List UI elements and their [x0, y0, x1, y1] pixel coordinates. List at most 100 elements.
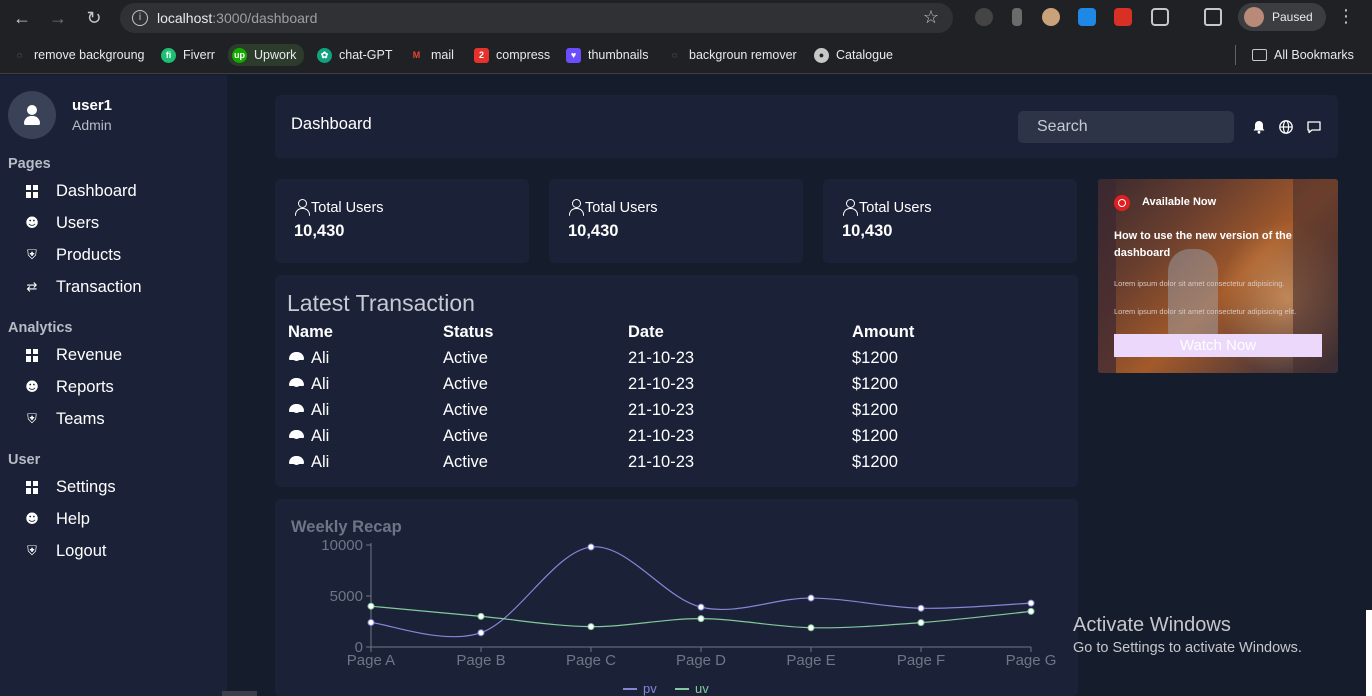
cell-date: 21-10-23: [628, 349, 695, 367]
extension-owl-icon[interactable]: [1042, 8, 1060, 26]
weekly-recap-card: Weekly Recap 0 5000 10000 Page A Page B Page …: [275, 499, 1078, 696]
sidebar-item-teams[interactable]: ⛨ Teams: [24, 407, 105, 431]
data-point-uv[interactable]: [1027, 607, 1035, 615]
x-tick-label: Page G: [1006, 652, 1057, 669]
stat-card-title: Total Users: [843, 199, 932, 216]
bookmark-compress[interactable]: 2 compress: [474, 46, 550, 64]
sidebar-item-help[interactable]: ☻ Help: [24, 507, 90, 531]
data-point-pv[interactable]: [367, 619, 375, 627]
bookmark-remove-backgroung[interactable]: ◌ remove backgroung: [12, 46, 145, 64]
bookmark-upwork[interactable]: up Upwork: [228, 44, 305, 66]
weekly-recap-chart: 0500010000Page A Page B Page C Page D Page E…: [321, 537, 1057, 696]
data-point-uv[interactable]: [367, 602, 375, 610]
page-title: Dashboard: [291, 115, 372, 133]
data-point-uv[interactable]: [587, 623, 595, 631]
forward-arrow-icon[interactable]: →: [46, 6, 70, 30]
user-role: Admin: [72, 117, 112, 133]
sidebar-item-label: Help: [56, 509, 90, 528]
bookmark-backgroun-remover[interactable]: ◌ backgroun remover: [667, 46, 797, 64]
browser-toolbar: ← → ↻ i localhost:3000/dashboard ☆ Pause…: [0, 0, 1372, 36]
profile-button[interactable]: Paused: [1238, 3, 1326, 31]
data-point-uv[interactable]: [477, 612, 485, 620]
table-row[interactable]: Ali Active 21-10-23 $1200: [275, 398, 1078, 424]
sidebar-item-transaction[interactable]: ⇄ Transaction: [24, 275, 142, 299]
address-bar[interactable]: i localhost:3000/dashboard ☆: [120, 3, 953, 33]
profile-avatar: [1244, 7, 1264, 27]
cell-date: 21-10-23: [628, 401, 695, 419]
extension-bug-icon[interactable]: [1114, 8, 1132, 26]
user-icon: [289, 427, 304, 444]
data-point-pv[interactable]: [807, 594, 815, 602]
chat-icon[interactable]: [1306, 119, 1322, 135]
table-row[interactable]: Ali Active 21-10-23 $1200: [275, 424, 1078, 450]
side-panel-icon[interactable]: [1204, 8, 1222, 26]
site-info-icon[interactable]: i: [132, 10, 148, 26]
sidebar-item-settings[interactable]: Settings: [24, 475, 116, 499]
gmail-icon: M: [412, 49, 421, 60]
screen-edge: [1366, 610, 1372, 696]
table-row[interactable]: Ali Active 21-10-23 $1200: [275, 372, 1078, 398]
data-point-uv[interactable]: [807, 624, 815, 632]
swap-icon: ⇄: [26, 279, 38, 295]
sidebar-item-label: Logout: [56, 541, 107, 560]
bookmark-fiverr[interactable]: fi Fiverr: [161, 46, 215, 64]
data-point-pv[interactable]: [1027, 599, 1035, 607]
sidebar-item-label: Settings: [56, 477, 116, 496]
cell-status: Active: [443, 349, 488, 367]
data-point-uv[interactable]: [697, 615, 705, 623]
extension-pen-icon[interactable]: [975, 8, 993, 26]
table-row[interactable]: Ali Active 21-10-23 $1200: [275, 346, 1078, 372]
data-point-pv[interactable]: [917, 604, 925, 612]
y-tick-label: 10000: [321, 537, 363, 554]
data-point-pv[interactable]: [477, 629, 485, 637]
sidebar-item-dashboard[interactable]: Dashboard: [24, 179, 137, 203]
stat-card: Total Users 10,430: [549, 179, 803, 263]
table-row[interactable]: Ali Active 21-10-23 $1200: [275, 450, 1078, 476]
section-title-pages: Pages: [8, 156, 51, 172]
compress-icon: 2: [474, 47, 489, 63]
cell-amount: $1200: [852, 401, 898, 419]
globe-icon[interactable]: [1278, 119, 1294, 135]
cell-status: Active: [443, 401, 488, 419]
latest-transaction-table: Latest Transaction Name Status Date Amou…: [275, 275, 1078, 487]
fish-icon: ◌: [16, 49, 23, 60]
promo-card: Available Now How to use the new version…: [1098, 179, 1338, 373]
sidebar-item-revenue[interactable]: Revenue: [24, 343, 122, 367]
data-point-pv[interactable]: [587, 543, 595, 551]
extension-fi-icon[interactable]: [1078, 8, 1096, 26]
bell-icon[interactable]: [1251, 119, 1267, 135]
bookmark-catalogue[interactable]: ● Catalogue: [814, 46, 893, 64]
legend-label-pv: pv: [643, 681, 657, 696]
data-point-uv[interactable]: [917, 619, 925, 627]
grid-icon: [24, 479, 40, 495]
stat-card: Total Users 10,430: [275, 179, 529, 263]
url-text[interactable]: localhost:3000/dashboard: [157, 10, 317, 26]
basket-icon: ⛨: [27, 411, 37, 427]
all-bookmarks-button[interactable]: All Bookmarks: [1252, 46, 1354, 64]
bookmark-star-icon[interactable]: ☆: [923, 7, 939, 28]
sidebar-item-users[interactable]: ☻ Users: [24, 211, 99, 235]
user-icon: [843, 199, 858, 216]
reload-icon[interactable]: ↻: [82, 6, 106, 30]
sidebar-item-logout[interactable]: ⛨ Logout: [24, 539, 106, 563]
bookmark-thumbnails[interactable]: ♥ thumbnails: [566, 46, 648, 64]
horizontal-scrollbar[interactable]: [222, 691, 257, 696]
sidebar-item-products[interactable]: ⛨ Products: [24, 243, 121, 267]
browser-menu-icon[interactable]: ⋮: [1337, 6, 1355, 27]
extension-bottle-icon[interactable]: [1012, 8, 1022, 26]
sidebar-item-reports[interactable]: ☻ Reports: [24, 375, 114, 399]
user-icon: [289, 375, 304, 392]
search-input[interactable]: [1018, 111, 1234, 143]
back-arrow-icon[interactable]: ←: [10, 6, 34, 30]
sidebar-item-label: Revenue: [56, 345, 123, 364]
avatar[interactable]: [8, 91, 56, 139]
extensions-puzzle-icon[interactable]: [1151, 8, 1169, 26]
user-name: user1: [72, 97, 113, 114]
smile-icon: ☻: [25, 215, 39, 231]
promo-badge-label: Available Now: [1142, 196, 1217, 208]
data-point-pv[interactable]: [697, 603, 705, 611]
watch-now-button[interactable]: Watch Now: [1114, 334, 1322, 357]
bookmark-mail[interactable]: Mmail: [409, 46, 454, 64]
cell-amount: $1200: [852, 375, 898, 393]
bookmark-chat-gpt[interactable]: ✿ chat-GPT: [317, 46, 393, 64]
